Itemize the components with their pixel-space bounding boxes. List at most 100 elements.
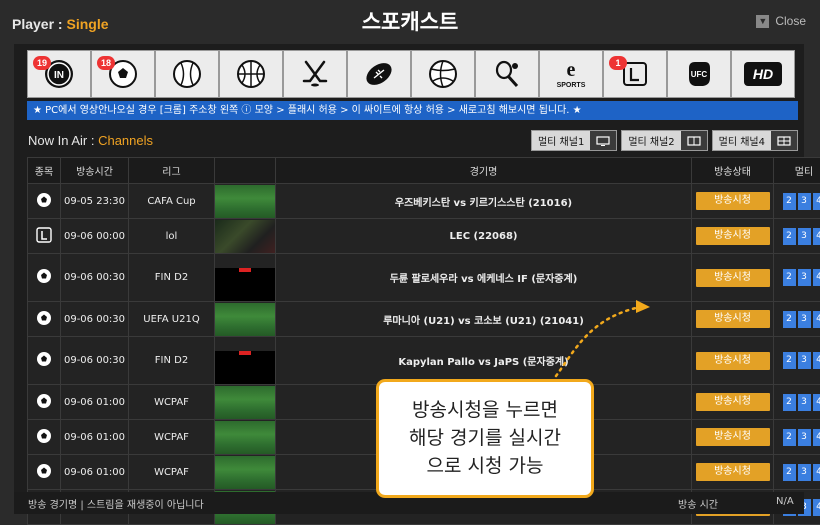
multi-2-button[interactable]: 2 [783,311,796,328]
soccer-ball-icon [36,401,52,412]
row-league: CAFA Cup [129,184,215,219]
multi-3-button[interactable]: 3 [798,311,811,328]
multi-3-button[interactable]: 3 [798,352,811,369]
multi-4-button[interactable]: 4 [813,499,820,516]
sport-filter-lol[interactable]: 1 [603,50,667,98]
row-time: 09-06 00:30 [61,254,129,302]
row-thumb-cell [215,254,276,302]
soccer-ball-icon [36,436,52,447]
multi-4-button[interactable]: 4 [813,269,820,286]
multi-4-button[interactable]: 4 [813,193,820,210]
watch-button[interactable]: 방송시청 [696,310,770,328]
row-status-cell: 방송시청 [692,420,774,455]
row-match-name: 루마니아 (U21) vs 코소보 (U21) (21041) [276,302,692,337]
row-league: lol [129,219,215,254]
multi-3-button[interactable]: 3 [798,394,811,411]
sport-filter-baseball[interactable] [155,50,219,98]
sport-filter-soccer-ball[interactable]: 18 [91,50,155,98]
stream-thumbnail[interactable] [215,268,275,301]
multi-3-button[interactable]: 3 [798,193,811,210]
sport-filter-basketball[interactable] [219,50,283,98]
row-sport-cell [28,219,61,254]
header-thumb [215,158,276,184]
callout-line-3: 으로 시청 가능 [379,452,591,480]
callout-line-1: 방송시청을 누르면 [379,396,591,424]
sport-filter-hd[interactable]: HD [731,50,795,98]
header-sport: 종목 [28,158,61,184]
basketball-icon [236,59,266,89]
table-header-row: 종목 방송시간 리그 경기명 방송상태 멀티 [28,158,820,184]
watch-button[interactable]: 방송시청 [696,393,770,411]
sport-filter-volleyball[interactable] [411,50,475,98]
row-thumb-cell [215,337,276,385]
multi-2-button[interactable]: 2 [783,464,796,481]
row-sport-cell [28,337,61,385]
multi-4-button[interactable]: 4 [813,464,820,481]
sport-filter-hockey[interactable] [283,50,347,98]
row-time: 09-06 00:30 [61,337,129,385]
sport-filter-ufc[interactable]: UFC [667,50,731,98]
multi-2-button[interactable]: 2 [783,352,796,369]
multi-3-button[interactable]: 3 [798,429,811,446]
count-badge: 19 [33,56,51,70]
watch-button[interactable]: 방송시청 [696,269,770,287]
multi-channel-1-button[interactable]: 멀티 채널1 [531,130,617,151]
row-sport-cell [28,302,61,337]
soccer-ball-icon [36,200,52,211]
multi-4-button[interactable]: 4 [813,394,820,411]
row-league: UEFA U21Q [129,302,215,337]
watch-button[interactable]: 방송시청 [696,352,770,370]
watch-button[interactable]: 방송시청 [696,227,770,245]
multi-channel-2-label: 멀티 채널2 [622,133,680,148]
multi-3-button[interactable]: 3 [798,228,811,245]
multi-4-button[interactable]: 4 [813,311,820,328]
header-time: 방송시간 [61,158,129,184]
multi-channel-4-button[interactable]: 멀티 채널4 [712,130,798,151]
multi-3-button[interactable]: 3 [798,269,811,286]
now-playing-title: 방송 경기명 | 스트림을 재생중이 아닙니다 [28,496,204,511]
multi-2-button[interactable]: 2 [783,228,796,245]
multi-2-button[interactable]: 2 [783,429,796,446]
multi-2-button[interactable]: 2 [783,269,796,286]
row-time: 09-05 23:30 [61,184,129,219]
watch-button[interactable]: 방송시청 [696,428,770,446]
tennis-icon [492,59,522,89]
close-icon: ▼ [756,15,769,28]
multi-4-button[interactable]: 4 [813,429,820,446]
top-bar: Player : Single 스포캐스트 ▼ Close [0,0,820,44]
multi-2-button[interactable]: 2 [783,193,796,210]
sport-filter-tennis[interactable] [475,50,539,98]
soccer-ball-icon [36,359,52,370]
hockey-icon [300,59,330,89]
football-icon [363,59,395,89]
row-multi-cell: 234 [774,254,820,302]
stream-thumbnail[interactable] [215,421,275,454]
row-status-cell: 방송시청 [692,219,774,254]
sport-filter-nba[interactable]: IN19 [27,50,91,98]
sport-filter-esports[interactable]: eSPORTS [539,50,603,98]
row-thumb-cell [215,385,276,420]
row-league: FIN D2 [129,337,215,385]
multi-2-button[interactable]: 2 [783,394,796,411]
stream-thumbnail[interactable] [215,185,275,218]
row-multi-cell: 234 [774,337,820,385]
watch-button[interactable]: 방송시청 [696,192,770,210]
svg-text:UFC: UFC [691,70,708,79]
stream-thumbnail[interactable] [215,456,275,489]
stream-thumbnail[interactable] [215,303,275,336]
close-button[interactable]: ▼ Close [756,14,806,28]
count-badge: 1 [609,56,627,70]
stream-thumbnail[interactable] [215,220,275,253]
sport-filter-football[interactable] [347,50,411,98]
row-sport-cell [28,184,61,219]
now-air-label: Now In Air : [28,133,98,148]
stream-thumbnail[interactable] [215,386,275,419]
multi-3-button[interactable]: 3 [798,464,811,481]
row-multi-cell: 234 [774,184,820,219]
multi-4-button[interactable]: 4 [813,228,820,245]
multi-4-button[interactable]: 4 [813,352,820,369]
table-row: 09-05 23:30CAFA Cup우즈베키스탄 vs 키르기스스탄 (210… [28,184,820,219]
multi-channel-2-button[interactable]: 멀티 채널2 [621,130,707,151]
stream-thumbnail[interactable] [215,351,275,384]
watch-button[interactable]: 방송시청 [696,463,770,481]
